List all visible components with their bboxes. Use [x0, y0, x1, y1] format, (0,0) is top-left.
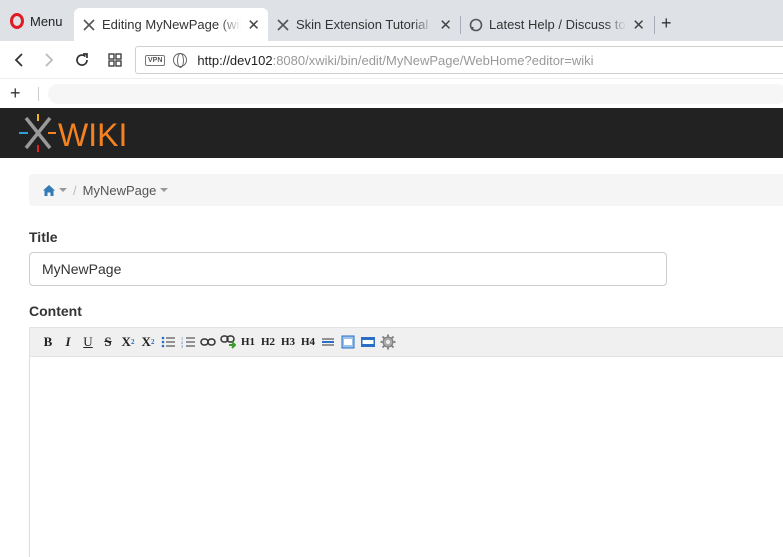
tab-latest-help[interactable]: Latest Help / Discuss topic ✕ [461, 8, 653, 41]
bookmarks-bar: + [0, 80, 783, 108]
image-icon[interactable] [338, 332, 358, 352]
tab-skin-extension-tutorial[interactable]: Skin Extension Tutorial (XW ✕ [268, 8, 460, 41]
italic-button[interactable]: I [58, 332, 78, 352]
close-icon[interactable]: ✕ [632, 16, 645, 34]
strikethrough-button[interactable]: S [98, 332, 118, 352]
logo-text: WIKI [58, 117, 127, 152]
opera-menu-button[interactable]: Menu [4, 8, 69, 34]
browser-tab-strip: Menu Editing MyNewPage (wiki ✕ Skin Exte… [0, 0, 783, 41]
heading-3-button[interactable]: H3 [278, 332, 298, 352]
tab-separator [654, 16, 655, 34]
close-icon[interactable]: ✕ [247, 16, 260, 34]
underline-button[interactable]: U [78, 332, 98, 352]
chevron-down-icon[interactable] [160, 188, 169, 192]
url-field[interactable]: VPN http://dev102:8080/xwiki/bin/edit/My… [135, 46, 783, 74]
bookmarks-separator [38, 87, 39, 101]
svg-text:3: 3 [181, 344, 183, 348]
globe-icon [173, 53, 188, 68]
back-icon[interactable] [8, 49, 30, 71]
numbered-list-icon[interactable]: 123 [178, 332, 198, 352]
superscript-button[interactable]: X2 [138, 332, 158, 352]
link-icon[interactable] [198, 332, 218, 352]
forward-icon[interactable] [38, 49, 60, 71]
url-path: :8080/xwiki/bin/edit/MyNewPage/WebHome?e… [272, 52, 594, 68]
heading-1-button[interactable]: H1 [238, 332, 258, 352]
tab-title: Editing MyNewPage (wiki [102, 17, 242, 32]
address-bar-row: VPN http://dev102:8080/xwiki/bin/edit/My… [0, 41, 783, 79]
bold-button[interactable]: B [38, 332, 58, 352]
breadcrumb-separator: / [73, 182, 77, 198]
breadcrumb-page[interactable]: MyNewPage [83, 183, 157, 198]
xwiki-logo[interactable]: WIKI [18, 114, 133, 152]
bookmarks-area [48, 84, 783, 104]
title-label: Title [29, 229, 58, 245]
content-editor[interactable] [29, 357, 783, 557]
vpn-badge[interactable]: VPN [145, 54, 166, 66]
home-icon[interactable] [43, 184, 55, 196]
discourse-icon [469, 18, 483, 31]
heading-2-button[interactable]: H2 [258, 332, 278, 352]
new-tab-button[interactable]: + [661, 14, 672, 32]
title-input[interactable] [29, 252, 667, 286]
url-host: http://dev102 [197, 52, 273, 68]
subscript-button[interactable]: X2 [118, 332, 138, 352]
menu-label: Menu [30, 13, 63, 29]
tab-title: Skin Extension Tutorial (XW [296, 17, 433, 32]
editor-toolbar: B I U S X2 X2 123 H1 H2 H3 H4 [29, 327, 783, 357]
opera-logo-icon [10, 13, 24, 29]
horizontal-rule-icon[interactable] [318, 332, 338, 352]
xwiki-icon [83, 18, 95, 31]
chevron-down-icon[interactable] [59, 188, 67, 192]
add-bookmark-icon[interactable]: + [10, 84, 21, 102]
breadcrumb: / MyNewPage [29, 174, 783, 206]
link-external-icon[interactable] [218, 332, 238, 352]
xwiki-header: WIKI [0, 108, 783, 158]
speed-dial-icon[interactable] [104, 49, 126, 71]
url-text: http://dev102:8080/xwiki/bin/edit/MyNewP… [197, 53, 593, 68]
close-icon[interactable]: ✕ [439, 16, 452, 34]
xwiki-icon [277, 18, 289, 31]
tab-editing-mynewpage[interactable]: Editing MyNewPage (wiki ✕ [74, 8, 268, 41]
reload-icon[interactable] [71, 49, 93, 71]
content-label: Content [29, 303, 82, 319]
superscript-x: X [141, 334, 151, 349]
bulleted-list-icon[interactable] [158, 332, 178, 352]
heading-4-button[interactable]: H4 [298, 332, 318, 352]
subscript-x: X [121, 334, 131, 349]
html-icon[interactable] [358, 332, 378, 352]
gear-icon[interactable] [378, 332, 398, 352]
tab-title: Latest Help / Discuss topic [489, 17, 626, 32]
